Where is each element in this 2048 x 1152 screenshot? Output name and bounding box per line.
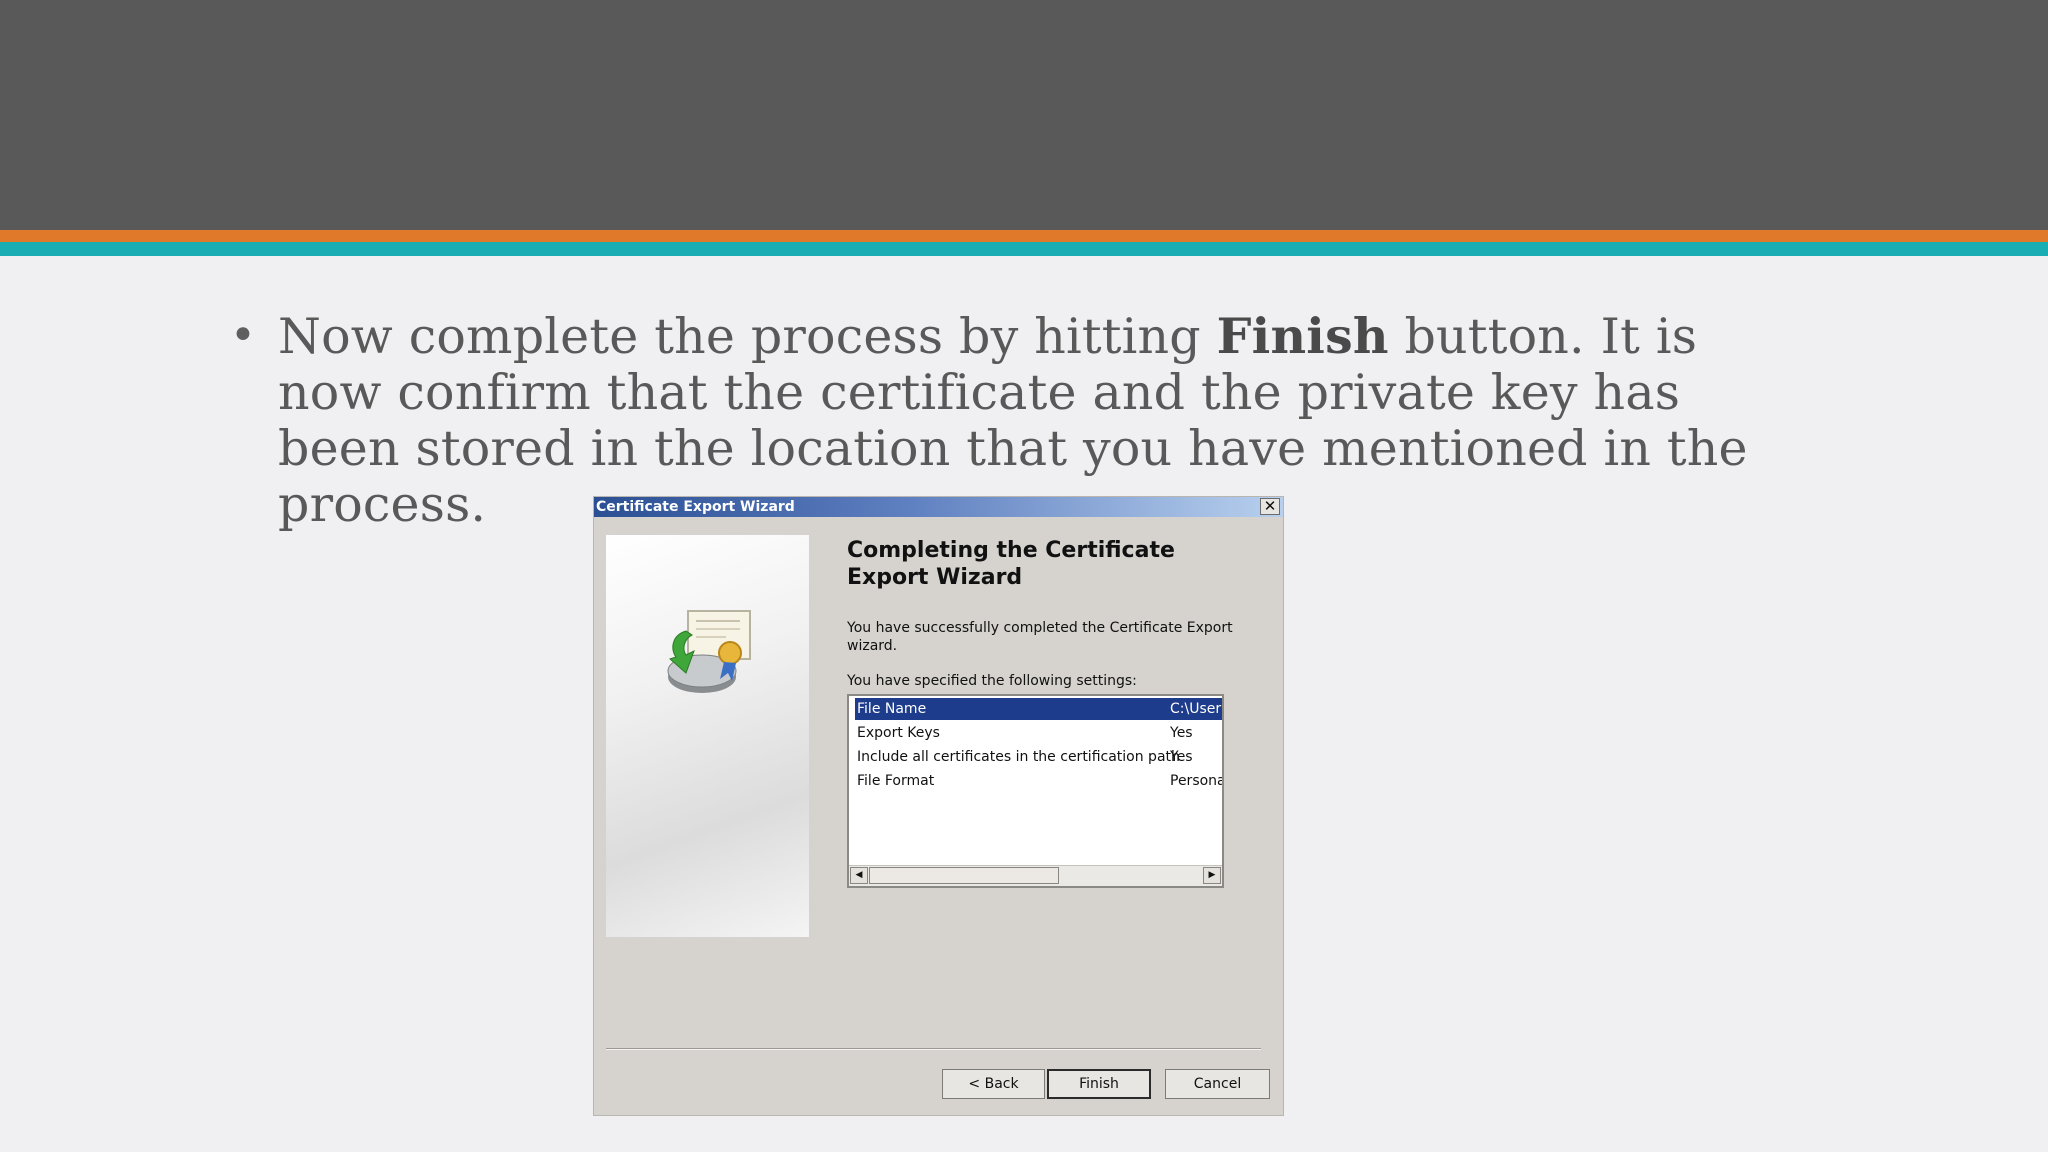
list-item[interactable]: Export Keys Yes: [855, 722, 1222, 744]
setting-value: Yes: [1170, 749, 1193, 765]
setting-value: C:\User: [1170, 701, 1222, 717]
setting-key: File Format: [857, 773, 935, 789]
scrollbar-thumb[interactable]: [869, 867, 1059, 884]
list-item[interactable]: File Format Persona: [855, 770, 1224, 792]
settings-label: You have specified the following setting…: [847, 673, 1137, 689]
setting-value: Persona: [1170, 773, 1224, 789]
bullet-dot: •: [230, 310, 256, 361]
bullet-text-before: Now complete the process by hitting: [278, 308, 1217, 365]
dialog-title: Certificate Export Wizard: [596, 499, 795, 515]
certificate-export-icon: [667, 610, 751, 693]
list-item[interactable]: File Name C:\User: [855, 698, 1222, 720]
accent-stripe-orange: [0, 230, 2048, 242]
bullet-text-bold: Finish: [1216, 307, 1389, 365]
setting-key: Export Keys: [857, 725, 940, 741]
list-item[interactable]: Include all certificates in the certific…: [855, 746, 1222, 768]
horizontal-scrollbar[interactable]: ◀ ▶: [849, 865, 1222, 886]
back-button[interactable]: < Back: [942, 1069, 1045, 1099]
slide-header-band: [0, 0, 2048, 230]
wizard-heading: Completing the Certificate Export Wizard: [847, 538, 1175, 590]
wizard-description: You have successfully completed the Cert…: [847, 620, 1233, 654]
dialog-titlebar[interactable]: Certificate Export Wizard ✕: [594, 497, 1283, 517]
setting-key: File Name: [857, 701, 927, 717]
setting-value: Yes: [1170, 725, 1193, 741]
settings-list[interactable]: File Name C:\User Export Keys Yes Includ…: [847, 694, 1224, 888]
scroll-right-button[interactable]: ▶: [1203, 867, 1221, 884]
accent-stripe-teal: [0, 242, 2048, 256]
finish-button[interactable]: Finish: [1047, 1069, 1151, 1099]
scroll-left-button[interactable]: ◀: [850, 867, 868, 884]
close-button[interactable]: ✕: [1260, 498, 1280, 515]
wizard-side-panel: [606, 535, 809, 937]
setting-key: Include all certificates in the certific…: [857, 749, 1180, 765]
cancel-button[interactable]: Cancel: [1165, 1069, 1270, 1099]
certificate-export-wizard-dialog: Certificate Export Wizard ✕ Completing t…: [593, 496, 1284, 1116]
button-separator: [606, 1048, 1261, 1050]
